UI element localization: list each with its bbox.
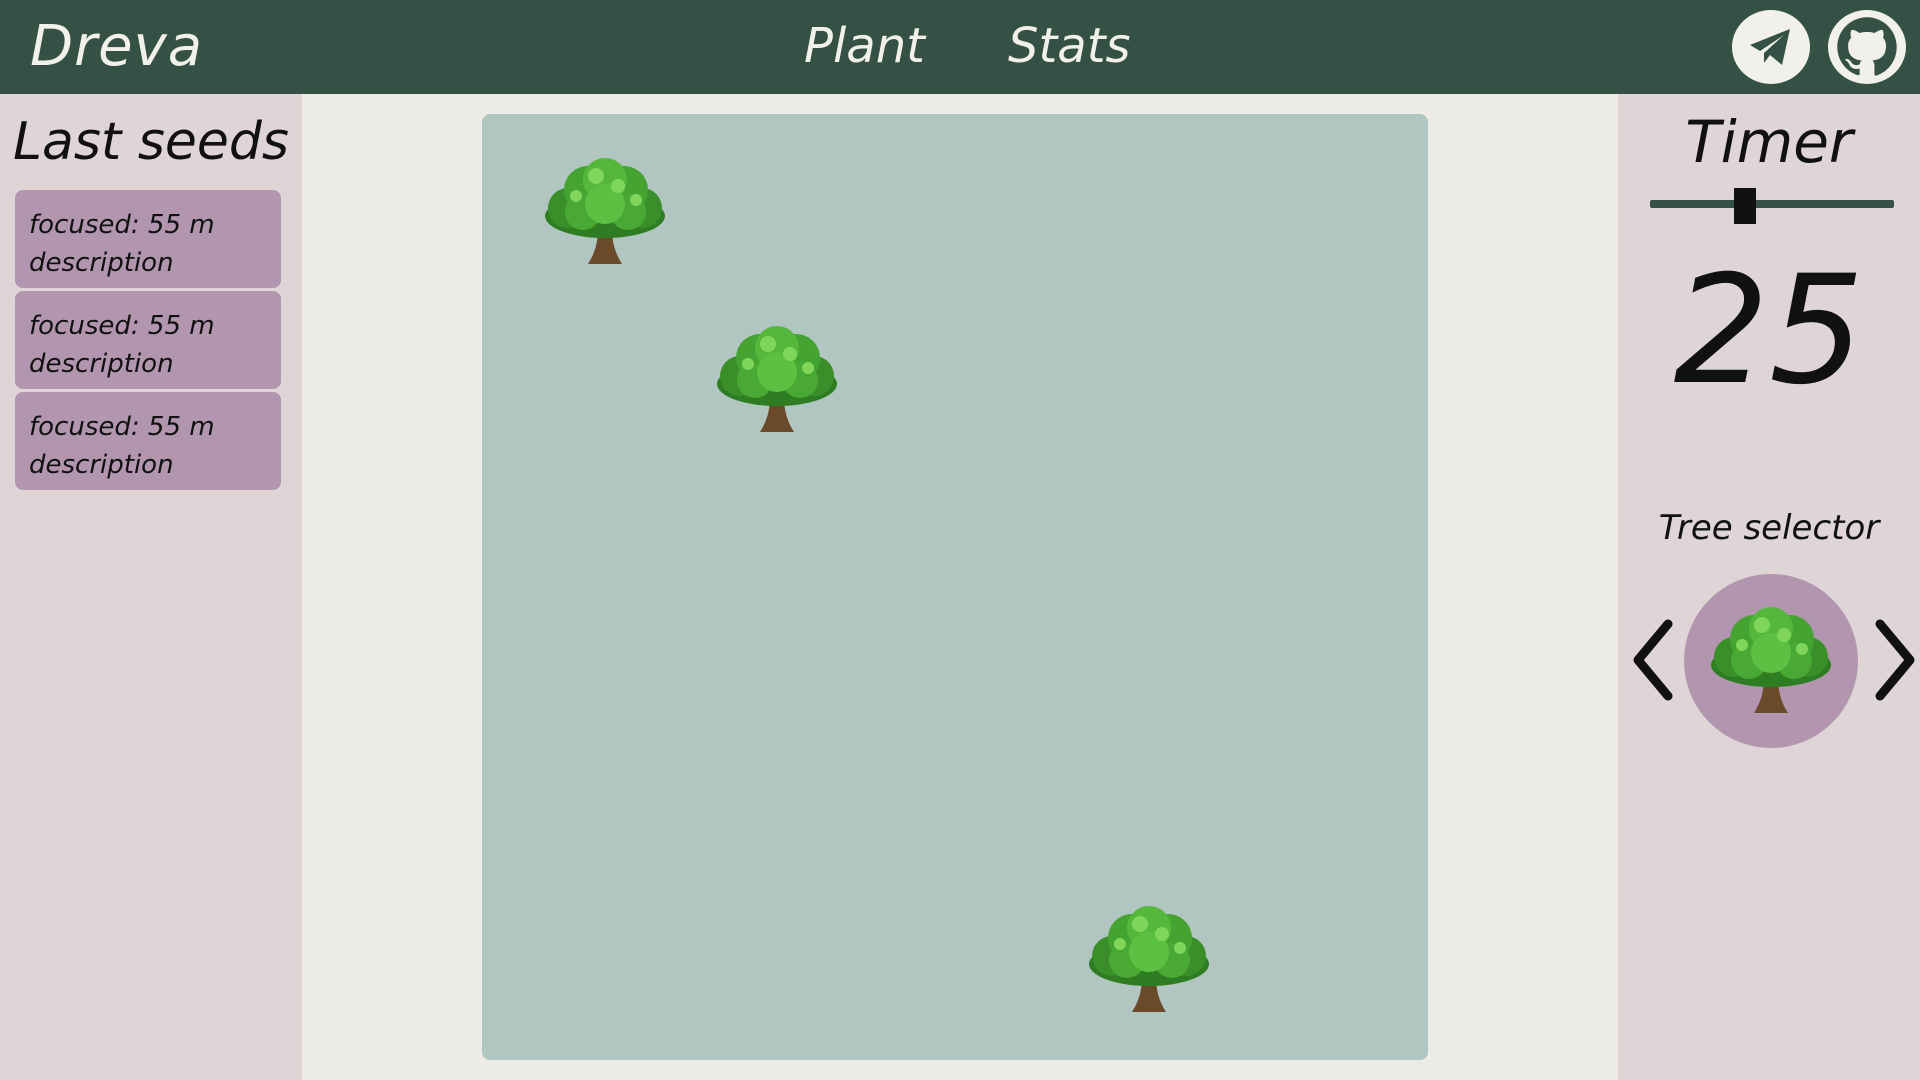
tree-icon xyxy=(1082,904,1216,1016)
tree-icon xyxy=(538,156,672,268)
nav-link-stats[interactable]: Stats xyxy=(1008,18,1131,74)
tree-selector-label: Tree selector xyxy=(1658,508,1880,548)
seed-card[interactable]: focused: 55 m description xyxy=(15,392,281,490)
chevron-left-icon[interactable] xyxy=(1628,618,1678,702)
seed-card[interactable]: focused: 55 m description xyxy=(15,291,281,389)
telegram-icon[interactable] xyxy=(1732,10,1810,84)
seed-card[interactable]: focused: 55 m description xyxy=(15,190,281,288)
last-seeds-panel: Last seeds focused: 55 m description foc… xyxy=(0,94,302,1080)
garden-canvas[interactable] xyxy=(482,114,1428,1060)
tree-icon xyxy=(710,324,844,436)
last-seeds-title: Last seeds xyxy=(12,112,290,172)
seed-description: description xyxy=(29,450,174,480)
timer-panel: Timer 25 Tree selector xyxy=(1618,94,1920,1080)
timer-value: 25 xyxy=(1673,244,1865,418)
timer-slider-track[interactable] xyxy=(1650,200,1894,208)
brand-logo-text[interactable]: Dreva xyxy=(30,14,203,79)
nav-link-plant[interactable]: Plant xyxy=(804,18,925,74)
selected-tree-preview xyxy=(1684,574,1858,748)
seed-focused-time: focused: 55 m xyxy=(29,210,215,240)
seed-description: description xyxy=(29,349,174,379)
timer-slider-thumb[interactable] xyxy=(1734,188,1757,224)
chevron-right-icon[interactable] xyxy=(1870,618,1920,702)
timer-title: Timer xyxy=(1685,108,1853,176)
top-nav-bar: Dreva Plant Stats xyxy=(0,0,1920,94)
seed-focused-time: focused: 55 m xyxy=(29,412,215,442)
seed-focused-time: focused: 55 m xyxy=(29,311,215,341)
seed-description: description xyxy=(29,248,174,278)
github-icon[interactable] xyxy=(1828,10,1906,84)
tree-icon xyxy=(1704,605,1838,717)
